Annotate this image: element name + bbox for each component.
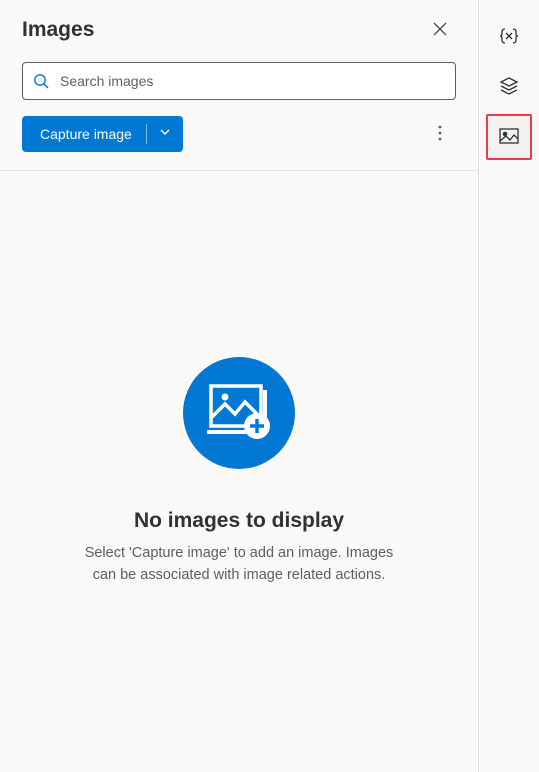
empty-state: No images to display Select 'Capture ima…: [0, 170, 478, 772]
close-button[interactable]: [424, 14, 456, 46]
search-box[interactable]: [22, 62, 456, 100]
images-panel: Images Capture image: [0, 0, 479, 772]
empty-state-title: No images to display: [134, 509, 344, 533]
empty-state-graphic: [183, 357, 295, 469]
capture-image-split-button: Capture image: [22, 116, 183, 152]
panel-header: Images: [0, 0, 478, 56]
rail-variables-button[interactable]: [486, 14, 532, 60]
capture-image-button[interactable]: Capture image: [22, 116, 146, 152]
variables-icon: [498, 25, 520, 50]
capture-image-label: Capture image: [40, 126, 132, 142]
search-icon: [33, 73, 50, 90]
panel-title: Images: [22, 18, 94, 42]
empty-state-message: Select 'Capture image' to add an image. …: [74, 543, 404, 585]
search-input[interactable]: [60, 73, 445, 89]
more-options-button[interactable]: [424, 118, 456, 150]
chevron-down-icon: [159, 125, 171, 143]
rail-ui-elements-button[interactable]: [486, 64, 532, 110]
layers-icon: [498, 75, 520, 100]
search-wrapper: [0, 56, 478, 112]
rail-images-button[interactable]: [486, 114, 532, 160]
image-icon: [498, 127, 520, 148]
toolbar: Capture image: [0, 112, 478, 170]
close-icon: [433, 22, 447, 39]
more-vertical-icon: [438, 125, 442, 144]
capture-image-dropdown[interactable]: [147, 116, 183, 152]
right-rail: [479, 0, 539, 772]
image-add-icon: [205, 382, 273, 445]
